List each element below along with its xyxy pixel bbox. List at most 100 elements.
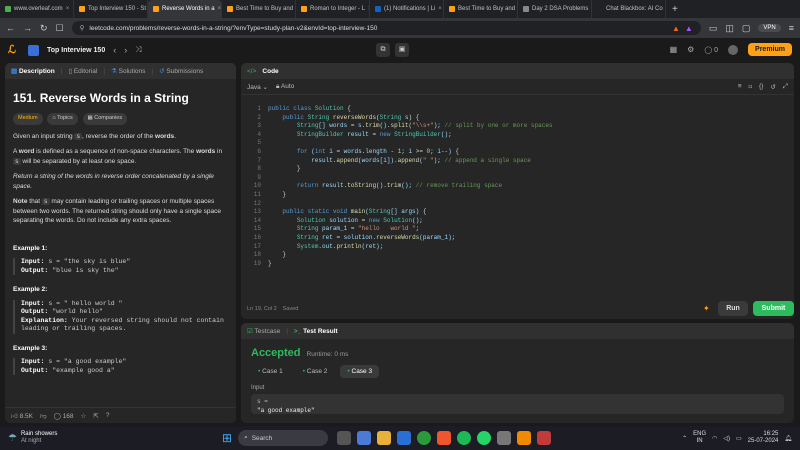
dislike-icon[interactable]: 👎︎: [40, 412, 47, 420]
solutions-tab[interactable]: ⚗ Solutions: [111, 67, 145, 75]
close-tab-icon[interactable]: ×: [438, 6, 442, 12]
close-tab-icon[interactable]: ×: [218, 6, 221, 12]
weather-widget[interactable]: ☂ Rain showers At night: [0, 431, 150, 445]
test-result-tab[interactable]: >_ Test Result: [294, 328, 338, 335]
browser-tab[interactable]: Top Interview 150 - St×: [74, 0, 148, 18]
battery-icon[interactable]: ▭: [736, 435, 742, 442]
sidebar-icon[interactable]: ▭: [709, 23, 718, 34]
tab-label: Test Result: [303, 327, 338, 335]
app-icon[interactable]: [537, 431, 552, 445]
tab-label: Description: [18, 68, 55, 75]
vpn-button[interactable]: VPN: [758, 24, 781, 32]
site-info-icon[interactable]: ⚲: [80, 24, 85, 32]
settings-icon[interactable]: ⚙: [687, 45, 694, 54]
vlc-icon[interactable]: [517, 431, 532, 445]
rewards-icon[interactable]: ▲: [685, 24, 693, 33]
layout-icon[interactable]: ⧉: [376, 43, 390, 57]
shuffle-icon[interactable]: ⤨: [135, 45, 141, 55]
file-explorer-icon[interactable]: [377, 431, 392, 445]
submissions-tab[interactable]: ↺ Submissions: [159, 67, 203, 75]
bookmark-icon[interactable]: ⌑: [749, 83, 752, 91]
volume-icon[interactable]: ◁): [723, 435, 730, 442]
auto-toggle[interactable]: 🔒︎ Auto: [276, 83, 294, 91]
close-tab-icon[interactable]: ×: [66, 6, 70, 12]
browser-tab[interactable]: Reverse Words in a ×: [148, 0, 222, 18]
whatsapp-icon[interactable]: [477, 431, 492, 445]
comments-button[interactable]: ◯ 168: [54, 412, 74, 420]
next-problem-icon[interactable]: ›: [124, 45, 127, 55]
new-tab-icon[interactable]: +: [672, 4, 678, 15]
language-select[interactable]: Java ⌄: [247, 83, 268, 91]
task-view-icon[interactable]: [337, 431, 352, 445]
like-button[interactable]: 👍︎ 8.5K: [11, 412, 33, 420]
topics-chip[interactable]: ⌂ Topics: [47, 113, 78, 125]
prev-problem-icon[interactable]: ‹: [113, 45, 116, 55]
case-tabs: • Case 1 • Case 2 • Case 3: [251, 365, 784, 378]
description-tab[interactable]: ▤ Description: [11, 67, 55, 75]
notes-icon[interactable]: ▣: [395, 43, 409, 57]
code-line: StringBuilder result = new StringBuilder…: [296, 130, 452, 138]
forward-icon[interactable]: →: [23, 23, 32, 33]
case-tab[interactable]: • Case 1: [251, 365, 290, 378]
reset-icon[interactable]: ↺: [770, 83, 775, 91]
streak-icon[interactable]: ◯ 0: [704, 46, 718, 54]
browser-tab[interactable]: (1) Notifications | Li ×: [370, 0, 444, 18]
lang-code[interactable]: ENG: [693, 431, 706, 438]
label: Input:: [21, 258, 45, 265]
taskbar-search[interactable]: ⌕ Search: [238, 430, 329, 446]
code-line: public static void main(String[] args) {: [282, 208, 427, 216]
auto-label: Auto: [280, 82, 295, 90]
star-icon[interactable]: ☆: [81, 412, 87, 420]
study-plan-title[interactable]: Top Interview 150: [47, 47, 105, 54]
run-button[interactable]: Run: [718, 301, 748, 316]
menu-icon[interactable]: ≡: [789, 23, 794, 33]
wallet-icon[interactable]: ▢: [742, 23, 751, 34]
extensions-icon[interactable]: ◫: [725, 23, 734, 34]
browser-tab[interactable]: Day 2 DSA Problems×: [518, 0, 592, 18]
browser-tab[interactable]: www.overleaf.com ×: [0, 0, 74, 18]
browser-tab[interactable]: Best Time to Buy and×: [444, 0, 518, 18]
fullscreen-icon[interactable]: ⤢: [783, 83, 788, 91]
layout-grid-icon[interactable]: ▦: [670, 45, 678, 54]
copilot-icon[interactable]: [357, 431, 372, 445]
store-icon[interactable]: [397, 431, 412, 445]
testcase-tab[interactable]: ☑ Testcase: [247, 327, 280, 335]
tab-label: Solutions: [118, 68, 146, 75]
leetcode-header: ℒ Top Interview 150 ‹ › ⤨ ⧉ ▣ ▦ ⚙ ◯ 0 Pr…: [0, 38, 800, 62]
case-tab[interactable]: • Case 3: [340, 365, 380, 378]
share-icon[interactable]: ⇱: [93, 412, 98, 420]
reload-icon[interactable]: ↻: [40, 23, 48, 34]
back-icon[interactable]: ←: [6, 23, 15, 33]
code-line: public class Solution {: [268, 105, 351, 112]
help-icon[interactable]: ?: [106, 412, 110, 419]
bookmark-icon[interactable]: ☐: [56, 23, 64, 34]
tray-chevron-icon[interactable]: ⌃: [682, 435, 687, 442]
companies-chip[interactable]: ▦ Companies: [82, 113, 128, 125]
browser-tab[interactable]: Chat Blackbox: AI Co×: [592, 0, 666, 18]
notification-icon[interactable]: 🔔︎: [784, 435, 792, 442]
brave-shield-icon[interactable]: ▲: [672, 24, 680, 33]
format-icon[interactable]: ≡: [738, 83, 742, 91]
windows-start-icon[interactable]: ⊞: [222, 431, 232, 445]
wifi-icon[interactable]: ◠: [712, 435, 717, 442]
example-input: s = " hello world ": [48, 299, 123, 307]
clock-date: 25-07-2024: [747, 438, 779, 444]
editorial-tab[interactable]: ▯ Editorial: [68, 67, 97, 75]
leetcode-logo-icon[interactable]: ℒ: [8, 44, 20, 56]
browser-tab[interactable]: Roman to Integer - L×: [296, 0, 370, 18]
case-tab[interactable]: • Case 2: [296, 365, 335, 378]
address-bar[interactable]: ⚲ leetcode.com/problems/reverse-words-in…: [71, 21, 701, 35]
premium-button[interactable]: Premium: [748, 43, 792, 56]
clock-time[interactable]: 16:25: [748, 431, 778, 438]
settings-app-icon[interactable]: [497, 431, 512, 445]
code-line: result.append(words[i]).append(" "); // …: [268, 156, 531, 164]
browser-tab[interactable]: Best Time to Buy and×: [222, 0, 296, 18]
code-editor[interactable]: 1 public class Solution {2 public String …: [241, 101, 794, 311]
braces-icon[interactable]: {}: [759, 83, 763, 91]
avatar[interactable]: [728, 44, 739, 55]
debug-icon[interactable]: ✦: [703, 304, 710, 313]
xbox-icon[interactable]: [417, 431, 432, 445]
submit-button[interactable]: Submit: [753, 301, 794, 316]
brave-icon[interactable]: [437, 431, 452, 445]
spotify-icon[interactable]: [457, 431, 472, 445]
